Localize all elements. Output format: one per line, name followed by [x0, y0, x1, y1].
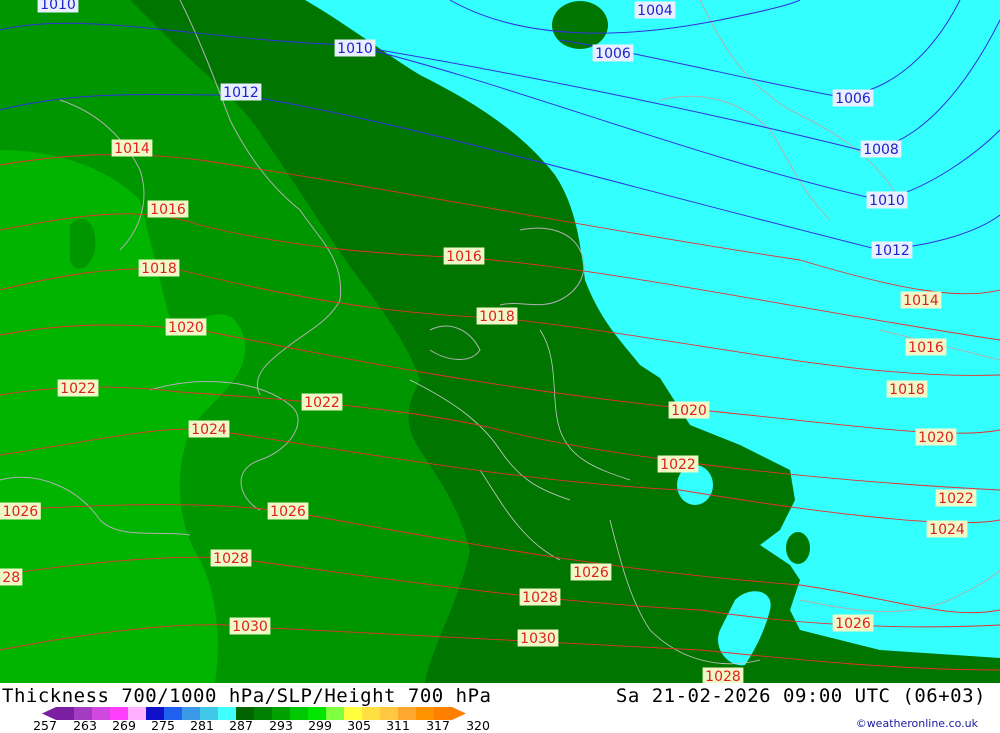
- isobar-label-blue-text: 1010: [337, 41, 373, 57]
- isobar-label-red: 1016: [905, 338, 947, 356]
- isobar-label-red: 1030: [517, 629, 559, 647]
- weather-map: 1004 1006 1006 1008 1010 1010 1010 1012 1012 101…: [0, 0, 1000, 683]
- isobar-label-blue-text: 1004: [637, 3, 673, 19]
- legend-tick-label: 299: [308, 718, 332, 731]
- isobar-label-red-text: 1028: [705, 669, 741, 683]
- isobar-label-red-text: 1026: [573, 565, 609, 581]
- isobar-label-blue: 1004: [634, 1, 676, 19]
- legend-tick-label: 257: [33, 718, 57, 731]
- credit-link[interactable]: ©weatheronline.co.uk: [856, 717, 978, 730]
- isobar-label-blue-text: 1010: [40, 0, 76, 13]
- isobar-label-red: 1022: [657, 455, 699, 473]
- legend-tick-label: 320: [466, 718, 490, 731]
- isobar-label-red-text: 1014: [903, 293, 939, 309]
- isobar-label-red-text: 1026: [835, 616, 871, 632]
- isobar-label-red-text: 1016: [446, 249, 482, 265]
- isobar-label-red: 1014: [900, 291, 942, 309]
- isobar-label-red-text: 1030: [520, 631, 556, 647]
- green-cell-north: [552, 1, 608, 49]
- isobar-label-red: 1020: [165, 318, 207, 336]
- legend-tick-label: 311: [386, 718, 410, 731]
- isobar-label-red-text: 1022: [660, 457, 696, 473]
- isobar-label-blue: 1012: [871, 241, 913, 259]
- legend-swatch: [56, 707, 75, 720]
- isobar-label-red: 1018: [886, 380, 928, 398]
- isobar-label-red-text: 1020: [168, 320, 204, 336]
- isobar-label-red: 1020: [668, 401, 710, 419]
- map-title: Thickness 700/1000 hPa/SLP/Height 700 hP…: [2, 685, 492, 707]
- isobar-label-red-text: 1016: [908, 340, 944, 356]
- isobar-label-blue: 1010: [37, 0, 79, 13]
- isobar-label-red-text: 1022: [60, 381, 96, 397]
- isobar-label-red: 1026: [832, 614, 874, 632]
- isobar-label-blue: 1012: [220, 83, 262, 101]
- isobar-label-red-text: 1018: [479, 309, 515, 325]
- isobar-label-red-text: 1016: [150, 202, 186, 218]
- isobar-label-red-text: 1028: [522, 590, 558, 606]
- legend-tick-label: 281: [190, 718, 214, 731]
- isobar-label-blue: 1008: [860, 140, 902, 158]
- map-datetime: Sa 21-02-2026 09:00 UTC (06+03): [615, 685, 986, 707]
- isobar-label-red: 1028: [702, 667, 744, 683]
- isobar-label-red-text: 1030: [232, 619, 268, 635]
- isobar-label-red: 1016: [443, 247, 485, 265]
- isobar-label-red-text: 1020: [671, 403, 707, 419]
- legend-tick-label: 305: [347, 718, 371, 731]
- isobar-label-blue-text: 1010: [869, 193, 905, 209]
- color-legend: 257 263 269 275 281 287 293 299 305 311 317 320: [33, 707, 490, 731]
- isobar-label-blue-text: 1006: [595, 46, 631, 62]
- legend-arrow-right: [452, 707, 466, 720]
- legend-tick-label: 317: [426, 718, 450, 731]
- isobar-label-blue: 1006: [832, 89, 874, 107]
- isobar-label-red: 1028: [519, 588, 561, 606]
- isobar-label-red-text: 1018: [141, 261, 177, 277]
- isobar-label-red: 1014: [111, 139, 153, 157]
- isobar-label-red-text: 1022: [938, 491, 974, 507]
- isobar-label-blue-text: 1008: [863, 142, 899, 158]
- isobar-label-red: 1022: [935, 489, 977, 507]
- isobar-label-red-text: 1018: [889, 382, 925, 398]
- isobar-label-red: 1020: [915, 428, 957, 446]
- legend-tick-label: 293: [269, 718, 293, 731]
- isobar-label-red: 1022: [57, 379, 99, 397]
- isobar-label-red: 1024: [926, 520, 968, 538]
- isobar-label-red: 1018: [138, 259, 180, 277]
- isobar-label-blue: 1006: [592, 44, 634, 62]
- isobar-label-red: 1030: [229, 617, 271, 635]
- legend-tick-label: 287: [229, 718, 253, 731]
- isobar-label-red: 28: [0, 568, 23, 586]
- isobar-label-red-text: 1024: [929, 522, 965, 538]
- green-cell-east: [786, 532, 810, 564]
- legend-tick-label: 263: [73, 718, 97, 731]
- isobar-label-blue-text: 1012: [223, 85, 259, 101]
- isobar-label-red-text: 1020: [918, 430, 954, 446]
- isobar-label-red-text: 28: [2, 570, 20, 586]
- isobar-label-red: 1026: [570, 563, 612, 581]
- isobar-label-red: 1016: [147, 200, 189, 218]
- isobar-label-red: 1024: [188, 420, 230, 438]
- isobar-label-red-text: 1028: [213, 551, 249, 567]
- isobar-label-blue: 1010: [866, 191, 908, 209]
- isobar-label-blue: 1010: [334, 39, 376, 57]
- isobar-label-red-text: 1026: [270, 504, 306, 520]
- isobar-label-red-text: 1026: [3, 504, 39, 520]
- isobar-label-red: 1026: [0, 502, 41, 520]
- isobar-label-red-text: 1024: [191, 422, 227, 438]
- isobar-label-red: 1022: [301, 393, 343, 411]
- isobar-label-red-text: 1014: [114, 141, 150, 157]
- isobar-label-red-text: 1022: [304, 395, 340, 411]
- isobar-label-blue-text: 1006: [835, 91, 871, 107]
- isobar-label-red: 1018: [476, 307, 518, 325]
- legend-tick-label: 269: [112, 718, 136, 731]
- isobar-label-blue-text: 1012: [874, 243, 910, 259]
- legend-tick-label: 275: [151, 718, 175, 731]
- isobar-label-red: 1026: [267, 502, 309, 520]
- isobar-label-red: 1028: [210, 549, 252, 567]
- map-footer: Thickness 700/1000 hPa/SLP/Height 700 hP…: [0, 683, 1000, 733]
